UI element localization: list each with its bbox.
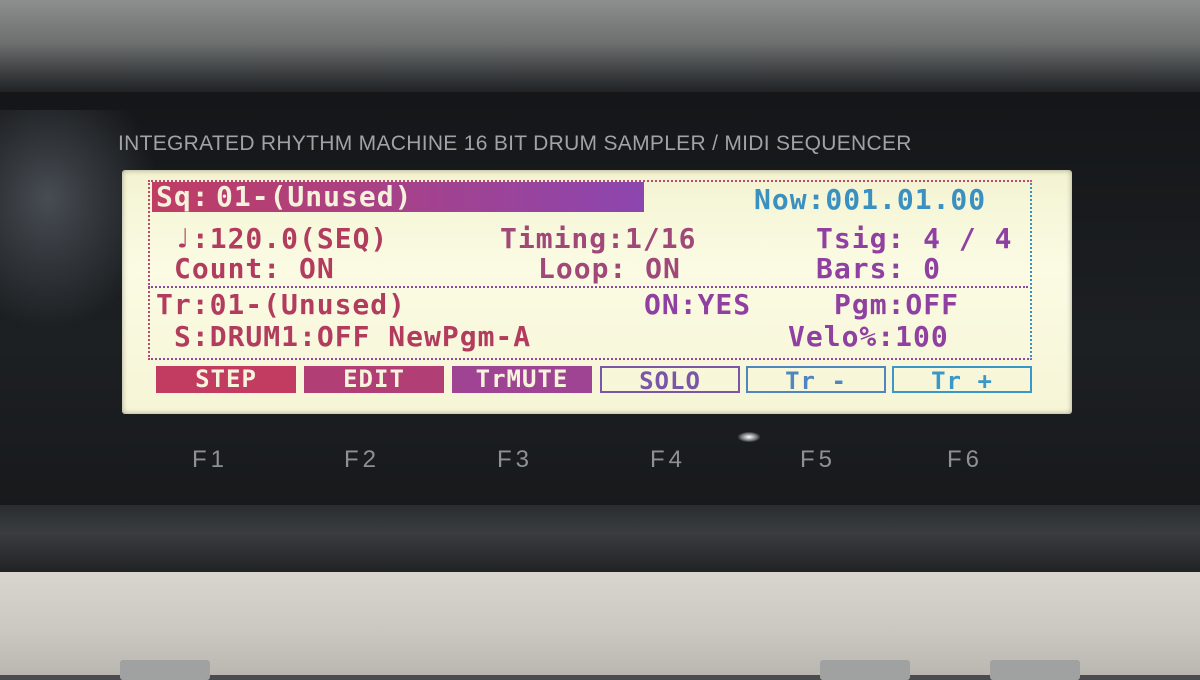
sequence-header: Sq: 01-(Unused) (152, 182, 644, 212)
lcd-screen: Sq: 01-(Unused) Now:001.01.00 ♩:120.0(SE… (122, 170, 1072, 414)
sequence-label: Sq: (156, 180, 210, 213)
lower-trim (0, 505, 1200, 575)
now-position: Now:001.01.00 (754, 183, 987, 216)
bars-setting: Bars: 0 (816, 252, 942, 285)
softkey-track-next[interactable]: Tr + (892, 366, 1032, 395)
bottom-key[interactable] (120, 660, 210, 680)
f6-label: F6 (947, 446, 984, 473)
sample-setting: S:DRUM1:OFF NewPgm-A (174, 320, 532, 353)
bottom-key[interactable] (990, 660, 1080, 680)
tempo-value: ♩:120.0(SEQ) (174, 222, 389, 255)
f1-label: F1 (192, 446, 229, 473)
track-value: Tr:01-(Unused) (156, 288, 407, 321)
program-setting: Pgm:OFF (834, 288, 960, 321)
softkey-track-mute[interactable]: TrMUTE (452, 366, 592, 393)
brand-line: INTEGRATED RHYTHM MACHINE 16 BIT DRUM SA… (118, 132, 912, 155)
softkey-step[interactable]: STEP (156, 366, 296, 393)
time-signature: Tsig: 4 / 4 (816, 222, 1013, 255)
f4-label: F4 (650, 446, 687, 473)
bottom-key[interactable] (820, 660, 910, 680)
f5-label: F5 (800, 446, 837, 473)
track-on-setting: ON:YES (644, 288, 752, 321)
loop-setting: Loop: ON (538, 252, 681, 285)
softkey-solo[interactable]: SOLO (600, 366, 740, 395)
softkey-track-prev[interactable]: Tr - (746, 366, 886, 395)
indicator-led (738, 432, 760, 442)
softkey-edit[interactable]: EDIT (304, 366, 444, 393)
device-top-plate (0, 0, 1200, 95)
f2-label: F2 (344, 446, 381, 473)
velocity-setting: Velo%:100 (788, 320, 949, 353)
f3-label: F3 (497, 446, 534, 473)
count-setting: Count: ON (174, 252, 335, 285)
timing-value: Timing:1/16 (500, 222, 697, 255)
sequence-name: 01-(Unused) (216, 180, 413, 213)
